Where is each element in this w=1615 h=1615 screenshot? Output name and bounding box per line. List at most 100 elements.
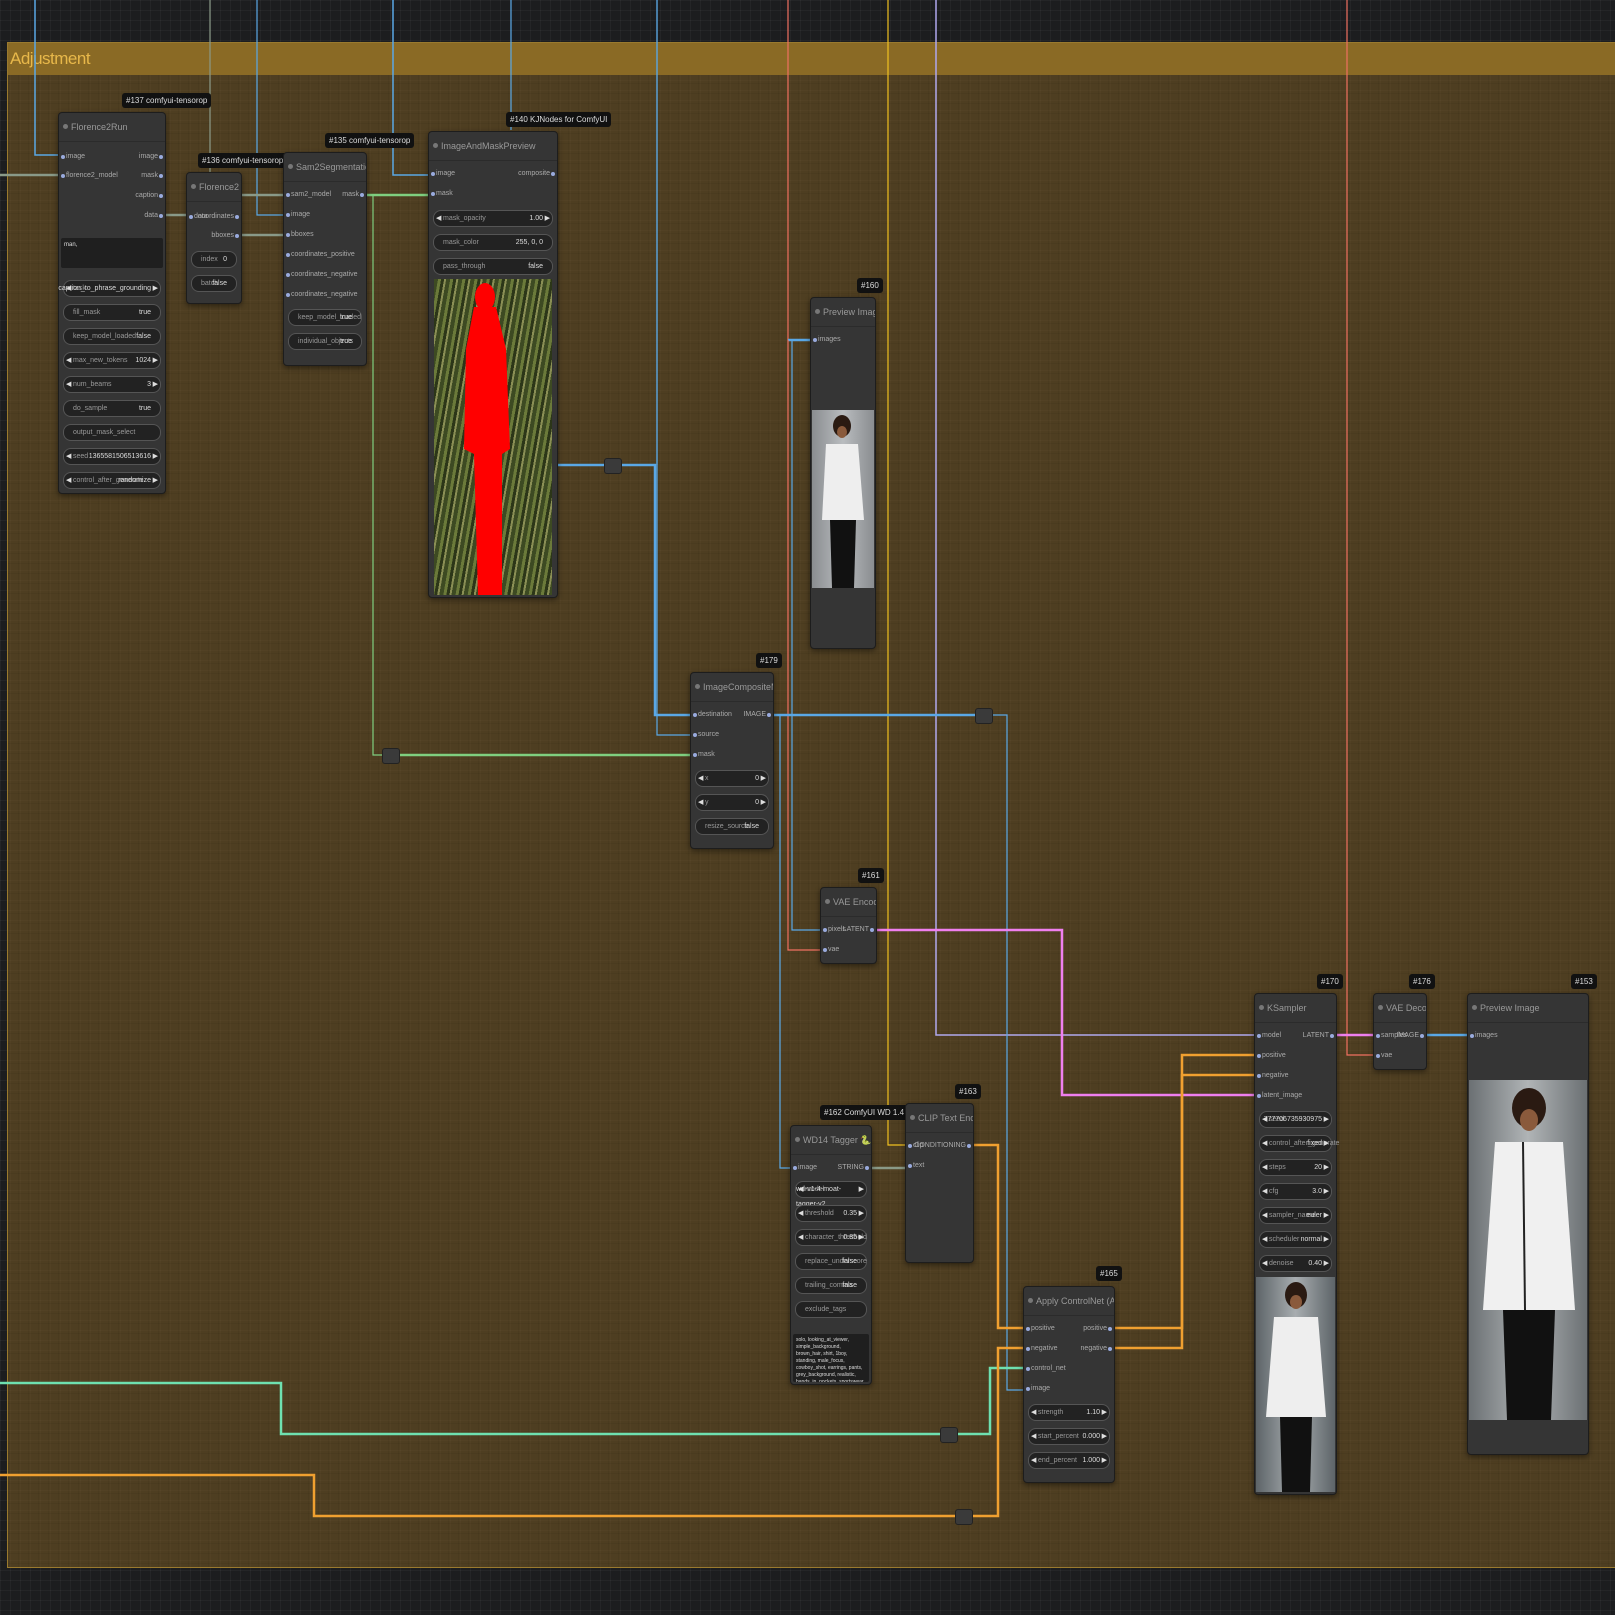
output-slot[interactable]: caption [135,192,163,199]
model-combo[interactable]: ◀modelwd-v1-4-moat-tagger-v2▶ [795,1181,867,1208]
node-title[interactable]: Florence2 Coordinates [187,173,241,202]
florence2run-node[interactable]: Florence2Run image florence2_model image… [58,112,166,494]
florence2-coordinates-node[interactable]: Florence2 Coordinates data coordinates b… [186,172,242,304]
output-slot[interactable]: STRING [838,1164,870,1171]
output-slot[interactable]: mask [141,172,163,179]
mask-color-field[interactable]: mask_color 255, 0, 0 [433,234,553,251]
node-title[interactable]: ImageAndMaskPreview [429,132,557,161]
threshold-number[interactable]: ◀ threshold 0.35 ▶ [795,1205,867,1222]
input-slot[interactable]: coordinates_negative [286,271,358,278]
output-slot[interactable]: negative [1081,1345,1113,1352]
index-number[interactable]: index 0 [191,251,237,268]
clip-text-encode-node[interactable]: CLIP Text Encode (Prompt) clip text COND… [905,1103,974,1263]
pass-through-toggle[interactable]: pass_through false [433,258,553,275]
input-slot[interactable]: coordinates_positive [286,251,355,258]
node-title[interactable]: CLIP Text Encode (Prompt) [906,1104,973,1133]
denoise-number[interactable]: ◀ denoise 0.40 ▶ [1259,1255,1332,1272]
node-title[interactable]: ImageCompositeMasked [691,673,773,702]
trailing-comma-toggle[interactable]: trailing_comma false [795,1277,867,1294]
seed-number[interactable]: ◀ seed 777706735930975 ▶ [1259,1111,1332,1128]
reroute-node[interactable] [975,708,993,724]
y-number[interactable]: ◀ y 0 ▶ [695,794,769,811]
input-slot[interactable]: vae [1375,1052,1392,1059]
fill-mask-toggle[interactable]: fill_mask true [63,304,161,321]
preview-image-node[interactable]: Preview Image images [810,297,876,649]
output-slot[interactable]: IMAGE [1396,1032,1424,1039]
input-slot[interactable]: image [60,153,85,160]
vae-encode-node[interactable]: VAE Encode pixels vae LATENT [820,887,877,964]
output-slot[interactable]: IMAGE [743,711,771,718]
node-title[interactable]: Florence2Run [59,113,165,142]
sam2segmentation-node[interactable]: Sam2Segmentation sam2_model image bboxes… [283,152,367,366]
strength-number[interactable]: ◀ strength 1.10 ▶ [1028,1404,1110,1421]
input-slot[interactable]: bboxes [286,231,314,238]
exclude-tags-field[interactable]: exclude_tags [795,1301,867,1318]
scheduler-combo[interactable]: ◀ scheduler normal ▶ [1259,1231,1332,1248]
character-threshold-number[interactable]: ◀ character_threshold 0.85 ▶ [795,1229,867,1246]
replace-underscore-toggle[interactable]: replace_underscore false [795,1253,867,1270]
preview-image-node[interactable]: Preview Image images [1467,993,1589,1455]
output-slot[interactable]: LATENT [1303,1032,1335,1039]
output-slot[interactable]: image [139,153,164,160]
node-title[interactable]: KSampler [1255,994,1336,1023]
resize-source-toggle[interactable]: resize_source false [695,818,769,835]
input-slot[interactable]: negative [1025,1345,1057,1352]
node-title[interactable]: VAE Encode [821,888,876,917]
input-slot[interactable]: vae [822,946,839,953]
x-number[interactable]: ◀ x 0 ▶ [695,770,769,787]
keep-model-loaded-toggle[interactable]: keep_model_loaded false [63,328,161,345]
input-slot[interactable]: image [430,170,455,177]
max-new-tokens-number[interactable]: ◀ max_new_tokens 1024 ▶ [63,352,161,369]
ksampler-node[interactable]: KSampler model positive negative latent_… [1254,993,1339,1495]
input-slot[interactable]: image [285,211,310,218]
input-slot[interactable]: positive [1257,1052,1286,1059]
node-title[interactable]: WD14 Tagger 🐍 [791,1126,871,1155]
input-slot[interactable]: model [1256,1032,1281,1039]
node-title[interactable]: VAE Decode [1374,994,1426,1023]
output-slot[interactable]: data [144,212,163,219]
image-and-mask-preview-node[interactable]: ImageAndMaskPreview image mask composite… [428,131,558,598]
input-slot[interactable]: sam2_model [285,191,331,198]
node-title[interactable]: Preview Image [1468,994,1588,1023]
mask-opacity-number[interactable]: ◀ mask_opacity 1.00 ▶ [433,210,553,227]
input-slot[interactable]: florence2_model [61,172,118,179]
vae-decode-node[interactable]: VAE Decode samples vae IMAGE [1373,993,1427,1070]
node-title[interactable]: Sam2Segmentation [284,153,366,182]
input-slot[interactable]: image [1025,1385,1050,1392]
reroute-node[interactable] [940,1427,958,1443]
seed-number[interactable]: ◀ seed 1365581506513616 ▶ [63,448,161,465]
input-slot[interactable]: coordinates_negative [286,291,358,298]
do-sample-toggle[interactable]: do_sample true [63,400,161,417]
output-slot[interactable]: positive [1083,1325,1112,1332]
batch-toggle[interactable]: batch false [191,275,237,292]
input-slot[interactable]: images [813,336,841,343]
output-slot[interactable]: CONDITIONING [914,1142,971,1149]
input-slot[interactable]: mask [693,751,715,758]
input-slot[interactable]: control_net [1026,1365,1066,1372]
group-title[interactable]: Adjustment [8,43,1615,75]
keep-model-loaded-toggle[interactable]: keep_model_loaded true [288,309,362,326]
control-after-generate-combo[interactable]: ◀ control_after_generate randomize ▶ [63,472,161,489]
output-slot[interactable]: composite [518,170,555,177]
output-slot[interactable]: mask [342,191,364,198]
node-title[interactable]: Apply ControlNet (Advanced) [1024,1287,1114,1316]
start-percent-number[interactable]: ◀ start_percent 0.000 ▶ [1028,1428,1110,1445]
image-composite-masked-node[interactable]: ImageCompositeMasked destination source … [690,672,774,849]
sampler-name-combo[interactable]: ◀ sampler_name euler ▶ [1259,1207,1332,1224]
end-percent-number[interactable]: ◀ end_percent 1.000 ▶ [1028,1452,1110,1469]
task-combo[interactable]: ◀ task caption_to_phrase_grounding ▶ [58,280,161,297]
num-beams-number[interactable]: ◀ num_beams 3 ▶ [63,376,161,393]
input-slot[interactable]: mask [431,190,453,197]
input-slot[interactable]: source [692,731,719,738]
input-slot[interactable]: positive [1026,1325,1055,1332]
input-slot[interactable]: destination [693,711,732,718]
reroute-node[interactable] [955,1509,973,1525]
control-after-generate-combo[interactable]: ◀ control_after_generate fixed ▶ [1259,1135,1339,1152]
individual-objects-toggle[interactable]: individual_objects true [288,333,362,350]
input-slot[interactable]: negative [1256,1072,1288,1079]
input-slot[interactable]: image [792,1164,817,1171]
output-slot[interactable]: coordinates [198,213,240,220]
output-mask-select-field[interactable]: output_mask_select [63,424,161,441]
input-slot[interactable]: latent_image [1256,1092,1302,1099]
reroute-node[interactable] [604,458,622,474]
